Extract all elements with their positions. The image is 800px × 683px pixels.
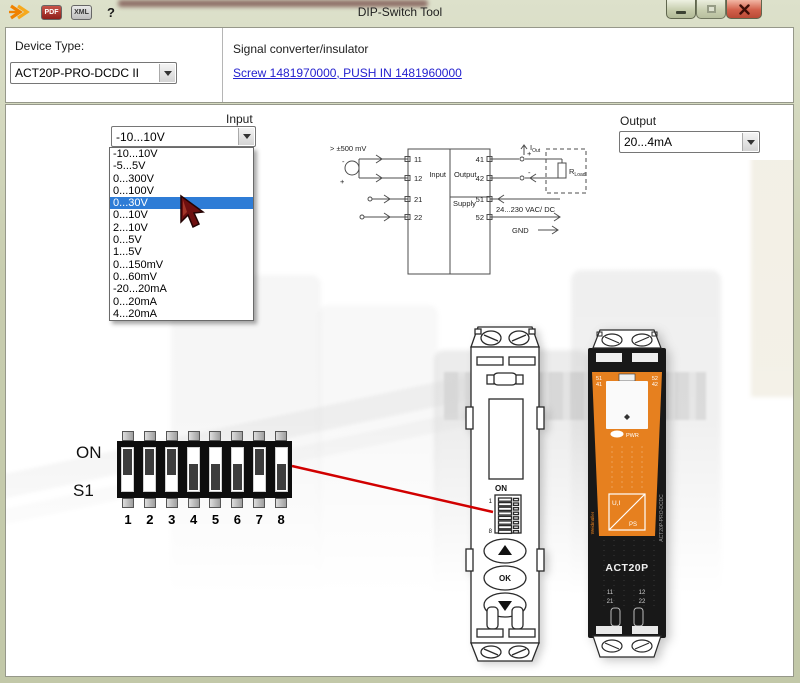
dip-switch-body bbox=[117, 441, 292, 498]
svg-text:Input: Input bbox=[429, 170, 447, 179]
svg-text:11: 11 bbox=[414, 155, 422, 164]
svg-text:-: - bbox=[342, 157, 345, 166]
close-button[interactable] bbox=[726, 0, 762, 19]
wiring-diagram: > ±500 mV - + Input Output Supply 11 12 2… bbox=[326, 141, 611, 286]
svg-text:52: 52 bbox=[476, 213, 484, 222]
device-front-drawing: ON 1 8 OK bbox=[461, 323, 549, 665]
svg-text:51: 51 bbox=[476, 195, 484, 204]
window-controls bbox=[666, 0, 762, 19]
svg-text:Supply: Supply bbox=[453, 199, 476, 208]
svg-text:U,I: U,I bbox=[612, 500, 621, 507]
svg-text:+: + bbox=[527, 149, 532, 158]
svg-text:PWR: PWR bbox=[626, 433, 639, 439]
dip-pins-top bbox=[117, 431, 292, 441]
output-value: 20...4mA bbox=[624, 132, 741, 152]
dip-pins-bottom bbox=[117, 498, 292, 508]
pwr-led bbox=[611, 431, 624, 438]
svg-text:PS: PS bbox=[629, 522, 637, 528]
device-dip-on-label: ON bbox=[495, 484, 507, 493]
panel-divider bbox=[222, 28, 223, 102]
input-option[interactable]: 0...5V bbox=[110, 234, 253, 246]
input-select[interactable]: -10...10V bbox=[111, 126, 256, 147]
input-option[interactable]: 4...20mA bbox=[110, 308, 253, 320]
svg-text:12: 12 bbox=[414, 174, 422, 183]
svg-text:Output: Output bbox=[454, 170, 477, 179]
svg-text:RLoad: RLoad bbox=[569, 167, 586, 178]
device-type-label: Device Type: bbox=[15, 39, 84, 53]
input-option[interactable]: 0...300V bbox=[110, 173, 253, 185]
dip-switch-numbers: 12 34 56 78 bbox=[117, 512, 292, 527]
svg-text:11: 11 bbox=[607, 590, 614, 596]
svg-text:42: 42 bbox=[652, 382, 658, 388]
chevron-down-icon bbox=[159, 64, 175, 82]
input-option[interactable]: 1...5V bbox=[110, 246, 253, 258]
input-label: Input bbox=[226, 112, 253, 126]
input-option[interactable]: -5...5V bbox=[110, 160, 253, 172]
maximize-button[interactable] bbox=[696, 0, 726, 19]
input-option[interactable]: -20...20mA bbox=[110, 283, 253, 295]
mouse-cursor-icon bbox=[178, 194, 216, 232]
svg-text:21: 21 bbox=[607, 599, 614, 605]
chevron-down-icon bbox=[742, 133, 758, 151]
svg-text:OK: OK bbox=[499, 574, 511, 583]
svg-text:+: + bbox=[340, 177, 345, 186]
dip-switch-7[interactable] bbox=[253, 447, 266, 492]
dip-switch-8[interactable] bbox=[275, 447, 288, 492]
output-select[interactable]: 20...4mA bbox=[619, 131, 760, 153]
svg-text:22: 22 bbox=[639, 599, 646, 605]
svg-text:GND: GND bbox=[512, 226, 529, 235]
dip-switch-3[interactable] bbox=[165, 447, 178, 492]
input-option[interactable]: 0...150mV bbox=[110, 259, 253, 271]
titlebar: PDF XML ? DIP-Switch Tool bbox=[0, 0, 800, 27]
output-label: Output bbox=[620, 114, 656, 128]
svg-text:41: 41 bbox=[596, 382, 602, 388]
ordering-numbers-link[interactable]: Screw 1481970000, PUSH IN 1481960000 bbox=[233, 66, 462, 80]
dip-switch-2[interactable] bbox=[143, 447, 156, 492]
device-description: Signal converter/insulator bbox=[233, 42, 368, 56]
svg-text:42: 42 bbox=[476, 174, 484, 183]
svg-text:41: 41 bbox=[476, 155, 484, 164]
svg-text:ACT20P: ACT20P bbox=[605, 562, 648, 574]
device-side-text: ACT20P-PRO-DCDC bbox=[659, 494, 665, 542]
dip-switch-graphic: 12 34 56 78 bbox=[117, 431, 292, 527]
main-panel: Input -10...10V Output 20...4mA bbox=[5, 104, 794, 677]
close-icon bbox=[739, 4, 750, 15]
input-value: -10...10V bbox=[116, 127, 237, 147]
dip-switch-1[interactable] bbox=[121, 447, 134, 492]
svg-text:24...230 VAC/ DC: 24...230 VAC/ DC bbox=[496, 205, 556, 214]
brand-logo-text: Weidmüller bbox=[590, 511, 595, 534]
svg-text:IOut: IOut bbox=[530, 143, 541, 154]
dip-switch-5[interactable] bbox=[209, 447, 222, 492]
svg-text:22: 22 bbox=[414, 213, 422, 222]
input-option[interactable]: -10...10V bbox=[110, 148, 253, 160]
dip-on-label: ON bbox=[76, 443, 102, 463]
device-photo-orange: 51 41 52 42 PWR U,I PS ACT20P 11 bbox=[584, 328, 670, 660]
device-type-value: ACT20P-PRO-DCDC II bbox=[15, 63, 158, 83]
dip-s1-label: S1 bbox=[73, 481, 94, 501]
input-option[interactable]: 0...60mV bbox=[110, 271, 253, 283]
svg-text:-: - bbox=[528, 168, 531, 177]
minimize-icon bbox=[676, 11, 686, 14]
chevron-down-icon bbox=[238, 128, 254, 145]
input-options-list: -10...10V -5...5V 0...300V 0...100V 0...… bbox=[109, 147, 254, 321]
dip-switch-4[interactable] bbox=[187, 447, 200, 492]
svg-text:> ±500 mV: > ±500 mV bbox=[330, 144, 366, 153]
minimize-button[interactable] bbox=[666, 0, 696, 19]
maximize-icon bbox=[707, 5, 716, 13]
dip-switch-6[interactable] bbox=[231, 447, 244, 492]
device-panel: Device Type: ACT20P-PRO-DCDC II Signal c… bbox=[5, 27, 794, 103]
svg-text:21: 21 bbox=[414, 195, 422, 204]
device-type-select[interactable]: ACT20P-PRO-DCDC II bbox=[10, 62, 177, 84]
svg-text:12: 12 bbox=[639, 590, 646, 596]
input-option[interactable]: 0...20mA bbox=[110, 296, 253, 308]
